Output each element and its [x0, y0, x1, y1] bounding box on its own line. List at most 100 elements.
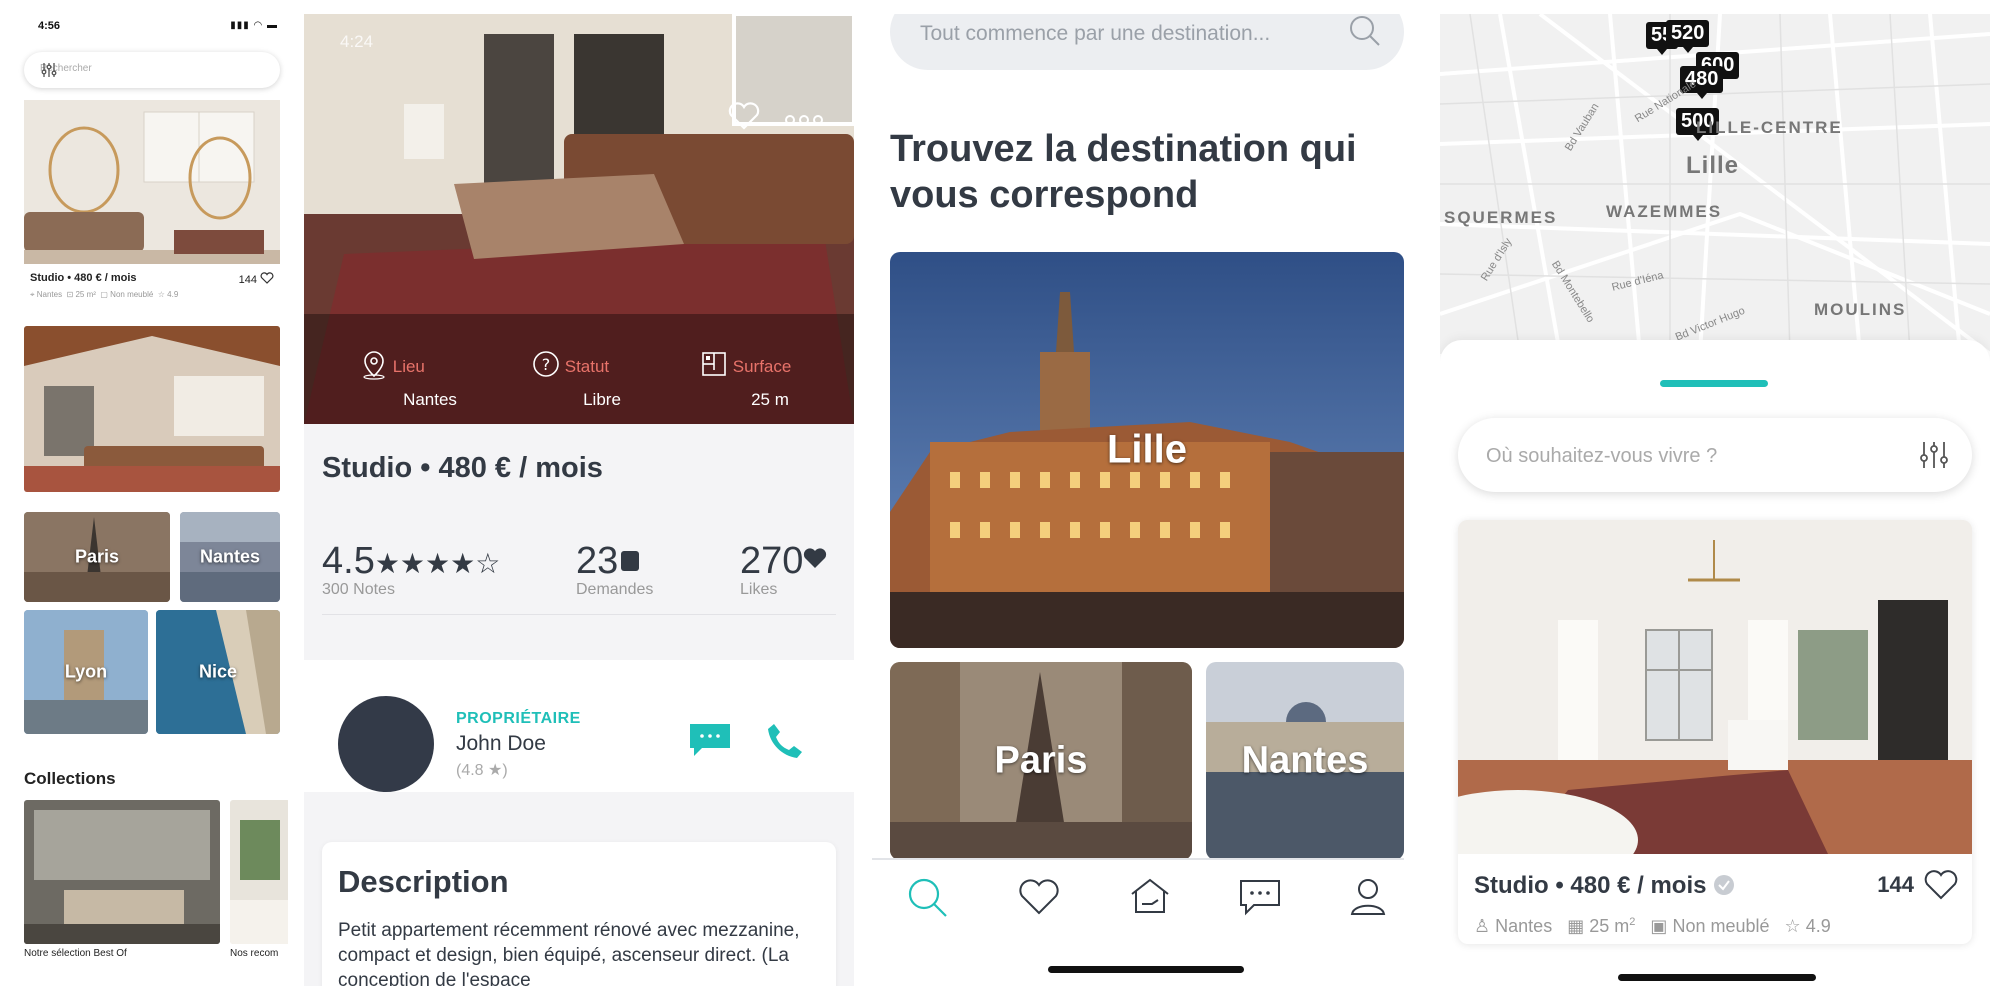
feature-label: Lieu [392, 357, 425, 376]
status-time: 4:24 [340, 32, 374, 51]
call-button[interactable] [766, 722, 804, 760]
feature-value: 25 m [751, 390, 789, 409]
listing-photo [24, 100, 280, 264]
destination-card-nantes[interactable]: Nantes [1206, 662, 1404, 860]
destination-search-input[interactable]: Tout commence par une destination... [890, 14, 1404, 70]
panel-listing-detail: 4:24 Lieu Nantes ? Statut Libre Surface … [304, 14, 854, 986]
owner-section: PROPRIÉTAIRE John Doe (4.8 ★) [304, 660, 854, 792]
floorplan-icon [702, 352, 726, 376]
furniture-icon: ▣ [1650, 916, 1668, 936]
star-icon: ☆ [1784, 916, 1801, 936]
city-tile-nantes[interactable]: Nantes [180, 512, 280, 602]
destination-card-paris[interactable]: Paris [890, 662, 1192, 860]
verified-badge-icon [1714, 875, 1735, 895]
page-headline: Trouvez la destination qui vous correspo… [890, 128, 1357, 216]
requests-label: Demandes [576, 581, 654, 598]
profile-icon[interactable] [1348, 876, 1388, 916]
phone-icon[interactable] [766, 722, 804, 760]
filter-icon[interactable] [1918, 439, 1950, 471]
city-tile-lyon[interactable]: Lyon [24, 610, 148, 734]
listing-meta: ♙ Nantes ▦ 25 m2 ▣ Non meublé ☆ 4.9 [1474, 916, 1831, 937]
collection-caption: Notre sélection Best Of [24, 948, 127, 959]
tab-messages[interactable] [1238, 878, 1282, 916]
heart-filled-icon [804, 548, 827, 568]
collection-caption: Nos recom [230, 948, 279, 959]
search-input[interactable]: Rechercher [24, 52, 280, 88]
listing-card[interactable]: Studio • 480 € / mois 144 ⌖ Nantes ⊡ 25 … [24, 100, 280, 306]
stat-requests: 23 Demandes [576, 540, 653, 599]
heart-icon[interactable] [1924, 870, 1958, 900]
collection-card-best-of[interactable] [24, 800, 220, 944]
map-district-label: MOULINS [1814, 300, 1907, 319]
likes-value: 270 [740, 540, 804, 582]
requests-value: 23 [576, 540, 619, 582]
listing-title: Studio • 480 € / mois [1474, 872, 1735, 900]
city-label: Nantes [199, 546, 261, 567]
more-options-icon[interactable] [784, 114, 824, 126]
panel-search-feed: 4:56 ▮▮▮ ◠ ▬ Rechercher Studio • 480 € /… [14, 14, 288, 986]
home-icon[interactable] [1128, 876, 1172, 916]
listing-city: Nantes [36, 290, 63, 299]
favorite-heart-icon[interactable] [728, 102, 760, 130]
listing-furnished: Non meublé [1672, 916, 1770, 936]
collection-card-recos[interactable] [230, 800, 288, 944]
feature-value: Libre [583, 390, 621, 409]
location-pin-icon [363, 351, 385, 380]
feature-status: ? Statut Libre [532, 350, 672, 410]
feature-value: Nantes [403, 390, 457, 409]
destination-card-lille[interactable]: Lille [890, 252, 1404, 648]
message-button[interactable] [688, 722, 732, 758]
price-pin[interactable]: 520 [1666, 20, 1710, 53]
request-doc-icon [621, 551, 640, 571]
search-placeholder: Tout commence par une destination... [920, 22, 1271, 45]
listing-likes: 144 [239, 272, 274, 286]
listing-photo [1458, 520, 1972, 854]
stat-rating: 4.5★★★★☆ 300 Notes [322, 540, 500, 599]
feature-label: Statut [564, 357, 610, 376]
city-tile-paris[interactable]: Paris [24, 512, 170, 602]
panel-map-search: 55 520 600 480 500 LILLE-CENTRE Lille SQ… [1440, 14, 1990, 986]
heart-icon[interactable] [1018, 878, 1060, 916]
destination-label: Paris [994, 739, 1088, 782]
stat-likes: 270 Likes [740, 540, 827, 599]
feature-surface: Surface 25 m [700, 350, 840, 410]
listing-title: Studio • 480 € / mois [322, 452, 603, 484]
tab-search[interactable] [906, 876, 950, 920]
listing-title-text: Studio • 480 € / mois [1474, 872, 1707, 899]
listing-meta: ⌖ Nantes ⊡ 25 m² ▢ Non meublé ☆ 4.9 [30, 290, 179, 299]
pin-icon: ⌖ [30, 290, 35, 299]
listing-card[interactable]: Studio • 480 € / mois 144 ♙ Nantes ▦ 25 … [1458, 520, 1972, 944]
filter-icon[interactable] [40, 61, 270, 79]
owner-role: PROPRIÉTAIRE [456, 710, 581, 727]
destination-label: Lille [1106, 427, 1188, 472]
surface-icon: ▦ [1567, 916, 1585, 936]
tab-favorites[interactable] [1018, 878, 1060, 916]
search-icon[interactable] [906, 876, 950, 920]
feature-location: Lieu Nantes [360, 350, 500, 410]
description-card: Description Petit appartement récemment … [322, 842, 836, 986]
city-label: Nice [198, 661, 238, 682]
owner-rating: (4.8 ★) [456, 762, 508, 779]
tab-profile[interactable] [1348, 876, 1388, 916]
search-icon[interactable] [1348, 14, 1382, 48]
rating-stars-icon: ★★★★☆ [374, 548, 501, 579]
chat-icon[interactable] [688, 722, 732, 758]
location-search-input[interactable]: Où souhaitez-vous vivre ? [1458, 418, 1972, 492]
map-district-label: WAZEMMES [1606, 202, 1723, 221]
listing-photo-2[interactable] [24, 326, 280, 492]
listing-title: Studio • 480 € / mois [30, 272, 137, 284]
description-text: Petit appartement récemment rénové avec … [338, 920, 800, 986]
status-icons: ▮▮▮ ◠ ▬ [230, 20, 278, 31]
chat-icon[interactable] [1238, 878, 1282, 916]
map-view[interactable]: 55 520 600 480 500 LILLE-CENTRE Lille SQ… [1440, 14, 1990, 354]
owner-name: John Doe [456, 732, 546, 755]
avatar[interactable] [338, 696, 434, 792]
surface-unit-exponent: 2 [1629, 916, 1636, 928]
city-tile-nice[interactable]: Nice [156, 610, 280, 734]
question-circle-icon: ? [533, 351, 559, 377]
tab-home[interactable] [1128, 876, 1172, 916]
listing-city: Nantes [1495, 916, 1553, 936]
sheet-drag-handle[interactable] [1660, 380, 1768, 387]
heart-icon[interactable] [260, 272, 274, 284]
likes-label: Likes [740, 581, 778, 598]
